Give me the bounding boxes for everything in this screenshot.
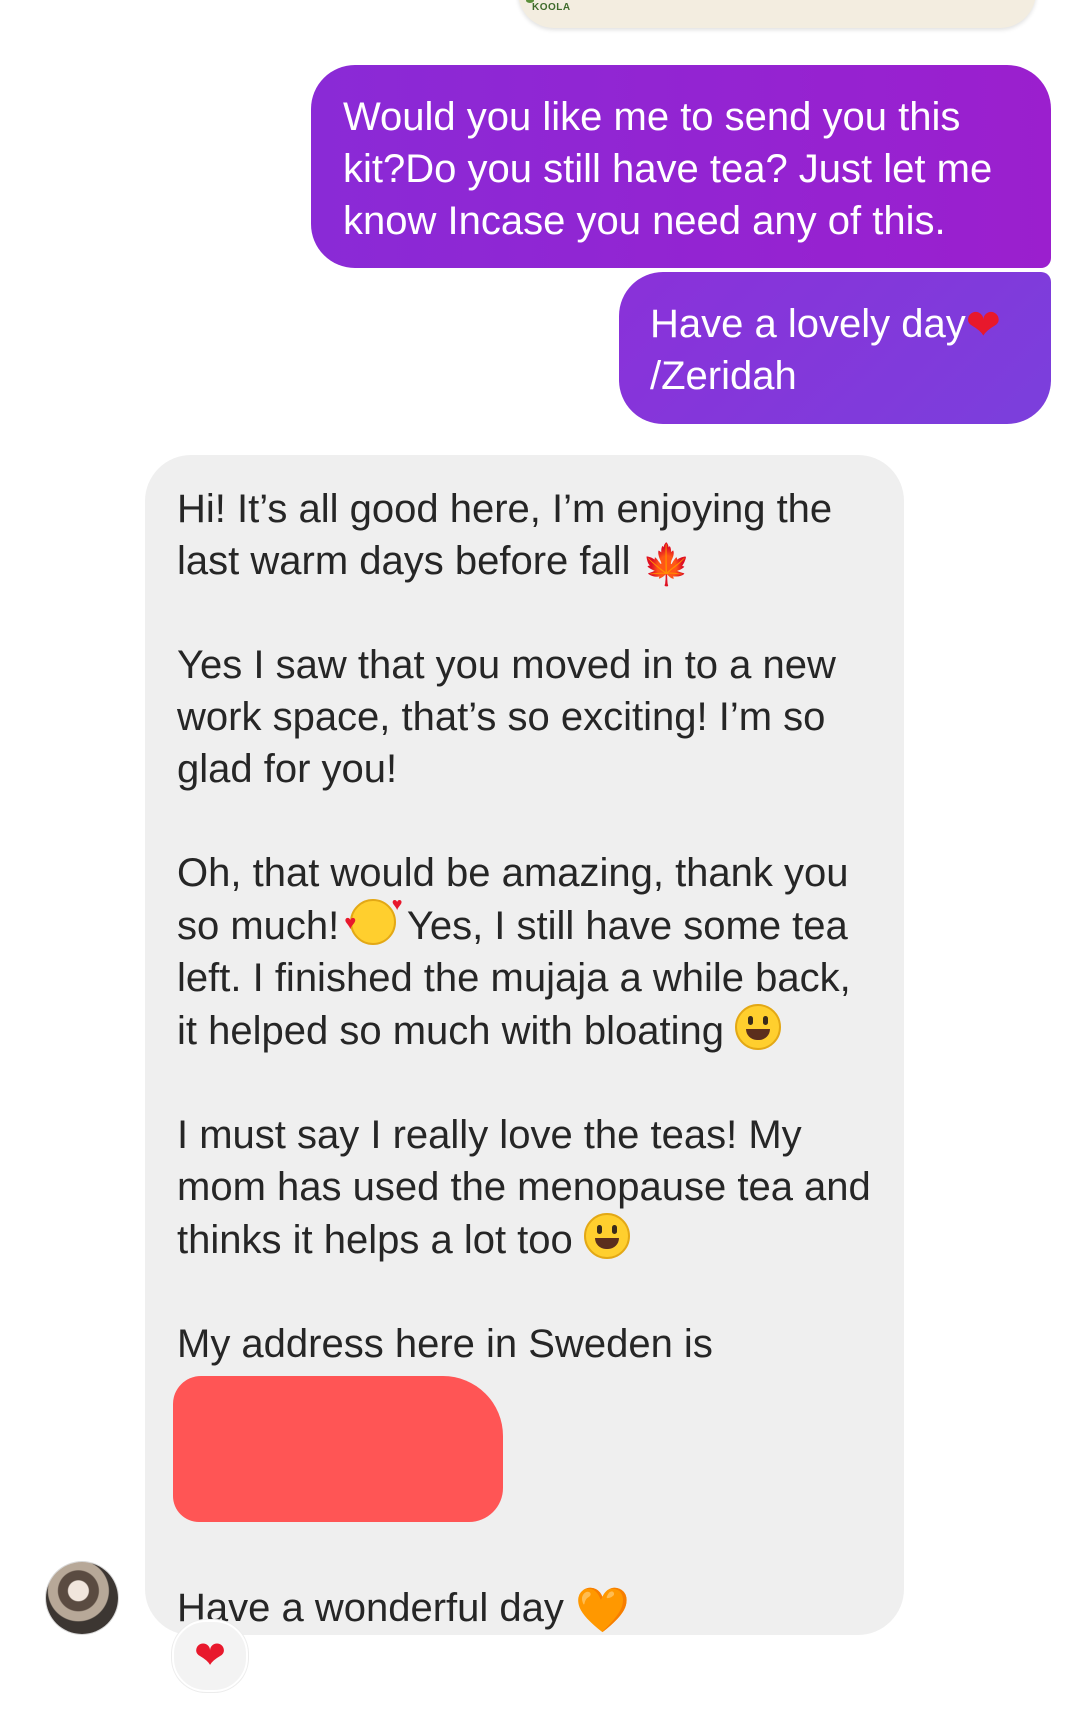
redaction-mark: [173, 1376, 503, 1522]
attachment-logo: KOOLA: [532, 2, 571, 13]
grinning-face-icon: [735, 1004, 782, 1050]
orange-heart-icon: 🧡: [575, 1586, 630, 1635]
paragraph-greeting: Hi! It’s all good here, I’m enjoying the…: [177, 483, 874, 587]
paragraph-workspace: Yes I saw that you moved in to a new wor…: [177, 643, 836, 791]
outgoing-message-2[interactable]: Have a lovely day❤ /Zeridah: [619, 272, 1051, 424]
closing-text: Have a wonderful day: [177, 1586, 564, 1630]
image-attachment[interactable]: KOOLA: [518, 0, 1036, 28]
reaction-heart[interactable]: ❤: [172, 1620, 248, 1692]
outgoing-message-1[interactable]: Would you like me to send you this kit?D…: [311, 65, 1051, 268]
red-heart-icon: ❤: [965, 301, 1001, 348]
paragraph-tea: Oh, that would be amazing, thank you so …: [177, 847, 874, 1057]
message-text: Would you like me to send you this kit?D…: [343, 95, 993, 243]
avatar[interactable]: [46, 1562, 118, 1634]
message-text: Have a lovely day❤ /Zeridah: [650, 298, 1021, 402]
message-line-2: /Zeridah: [650, 354, 797, 398]
incoming-message[interactable]: Hi! It’s all good here, I’m enjoying the…: [145, 455, 904, 1635]
paragraph-teas: I must say I really love the teas! My mo…: [177, 1109, 874, 1266]
paragraph-closing: Have a wonderful day 🧡: [177, 1582, 874, 1634]
message-line-1: Have a lovely day: [650, 302, 966, 346]
maple-leaf-icon: 🍁: [641, 543, 692, 587]
teas-text: I must say I really love the teas! My mo…: [177, 1113, 871, 1262]
grinning-face-icon: [583, 1213, 630, 1259]
smiling-face-with-hearts-icon: [344, 895, 402, 945]
paragraph-address: My address here in Sweden is: [177, 1322, 713, 1366]
greeting-text: Hi! It’s all good here, I’m enjoying the…: [177, 487, 833, 583]
